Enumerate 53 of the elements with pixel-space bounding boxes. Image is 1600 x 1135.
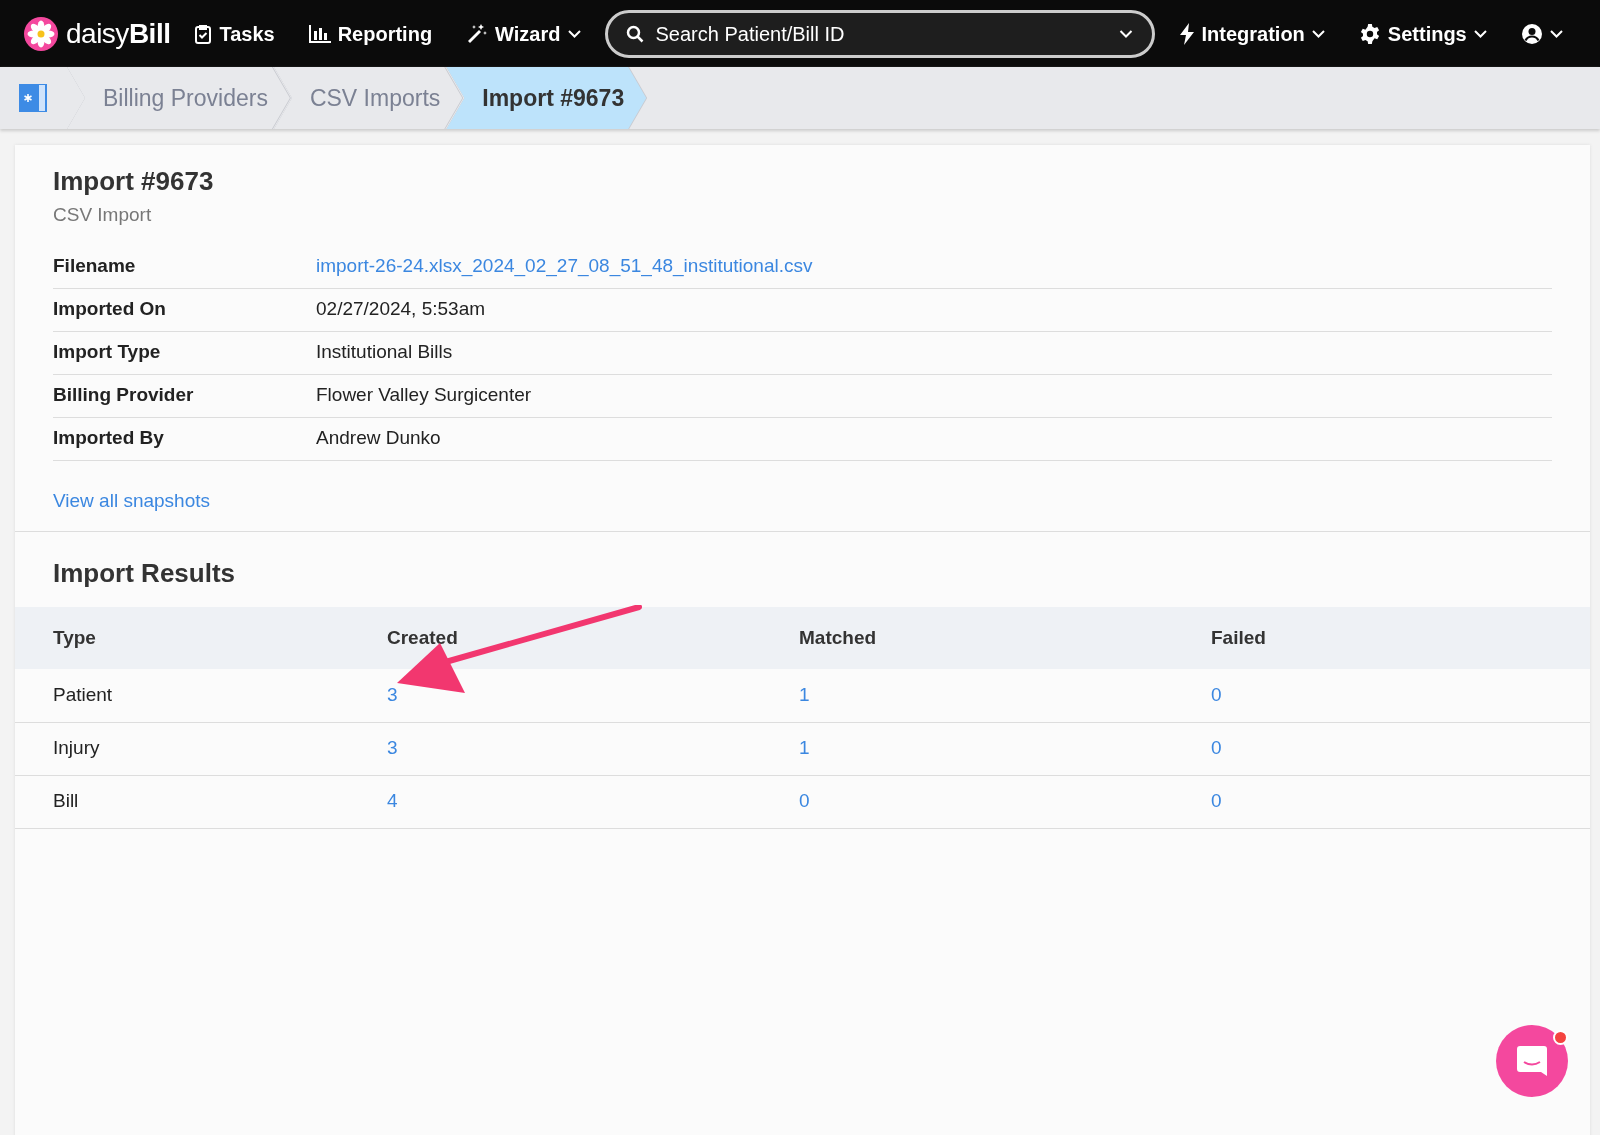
- nav-link[interactable]: Reporting: [308, 18, 433, 49]
- column-header: Failed: [1173, 607, 1590, 669]
- field-label: Billing Provider: [53, 383, 195, 408]
- breadcrumb-link[interactable]: Billing Providers: [67, 67, 290, 129]
- section-title: Import Results: [52, 557, 237, 590]
- table-cell: Injury: [15, 722, 349, 775]
- page-subtitle: CSV Import: [53, 203, 153, 227]
- page-title: Import #9673: [53, 165, 215, 198]
- search-input[interactable]: Search Patient/Bill ID: [653, 17, 1108, 50]
- field-label: Imported By: [53, 426, 165, 451]
- count-link[interactable]: 1: [799, 737, 810, 759]
- nav-link[interactable]: Wizard: [466, 18, 581, 49]
- logo-text[interactable]: daisyBill: [66, 12, 171, 55]
- field-value: Flower Valley Surgicenter: [316, 383, 532, 408]
- column-header: Type: [15, 607, 349, 669]
- nav-link[interactable]: Settings: [1358, 18, 1487, 49]
- count-link[interactable]: 3: [387, 737, 398, 759]
- search-field[interactable]: Search Patient/Bill ID: [604, 9, 1155, 58]
- field-label: Import Type: [53, 340, 162, 365]
- clipboard-icon: [194, 23, 213, 44]
- count-link[interactable]: 0: [1211, 737, 1222, 759]
- count-link[interactable]: 3: [387, 684, 398, 705]
- count-link[interactable]: 1: [799, 684, 810, 705]
- snapshots-link[interactable]: View all snapshots: [53, 486, 211, 515]
- lightning-bolt-icon: [1178, 22, 1195, 45]
- count-link[interactable]: 0: [1211, 790, 1222, 812]
- table-cell: Bill: [15, 775, 349, 828]
- settings-icon: [1358, 22, 1381, 45]
- nav-account-menu[interactable]: [1520, 22, 1563, 45]
- field-value: Institutional Bills: [316, 340, 453, 365]
- breadcrumb-link[interactable]: Import #9673: [446, 67, 647, 129]
- column-header: Matched: [761, 607, 1173, 669]
- field-value: Andrew Dunko: [316, 426, 441, 451]
- nav-link[interactable]: Integration: [1178, 18, 1325, 49]
- chat-bubble-icon: [1515, 1044, 1549, 1078]
- dropdown-chevron-icon: [1117, 29, 1134, 38]
- count-link[interactable]: 4: [387, 790, 398, 812]
- search-icon: [625, 24, 644, 43]
- magic-wand-icon: [466, 22, 489, 45]
- field-label: Imported On: [53, 297, 167, 322]
- nav-link[interactable]: Tasks: [194, 18, 275, 49]
- count-link[interactable]: 0: [799, 790, 810, 812]
- field-label: Filename: [53, 254, 137, 279]
- table-cell: Patient: [15, 669, 349, 722]
- flower-logo-icon: [24, 16, 58, 51]
- bar-chart-icon: [308, 24, 331, 43]
- column-header: Created: [349, 607, 761, 669]
- count-link[interactable]: 0: [1211, 684, 1222, 705]
- filename-link[interactable]: import-26-24.xlsx_2024_02_27_08_51_48_institutional.csv: [316, 252, 813, 281]
- field-value: 02/27/2024, 5:53am: [316, 297, 486, 322]
- breadcrumb-link[interactable]: CSV Imports: [273, 67, 463, 129]
- contact-book-icon[interactable]: [18, 83, 48, 113]
- user-circle-icon: [1520, 22, 1543, 45]
